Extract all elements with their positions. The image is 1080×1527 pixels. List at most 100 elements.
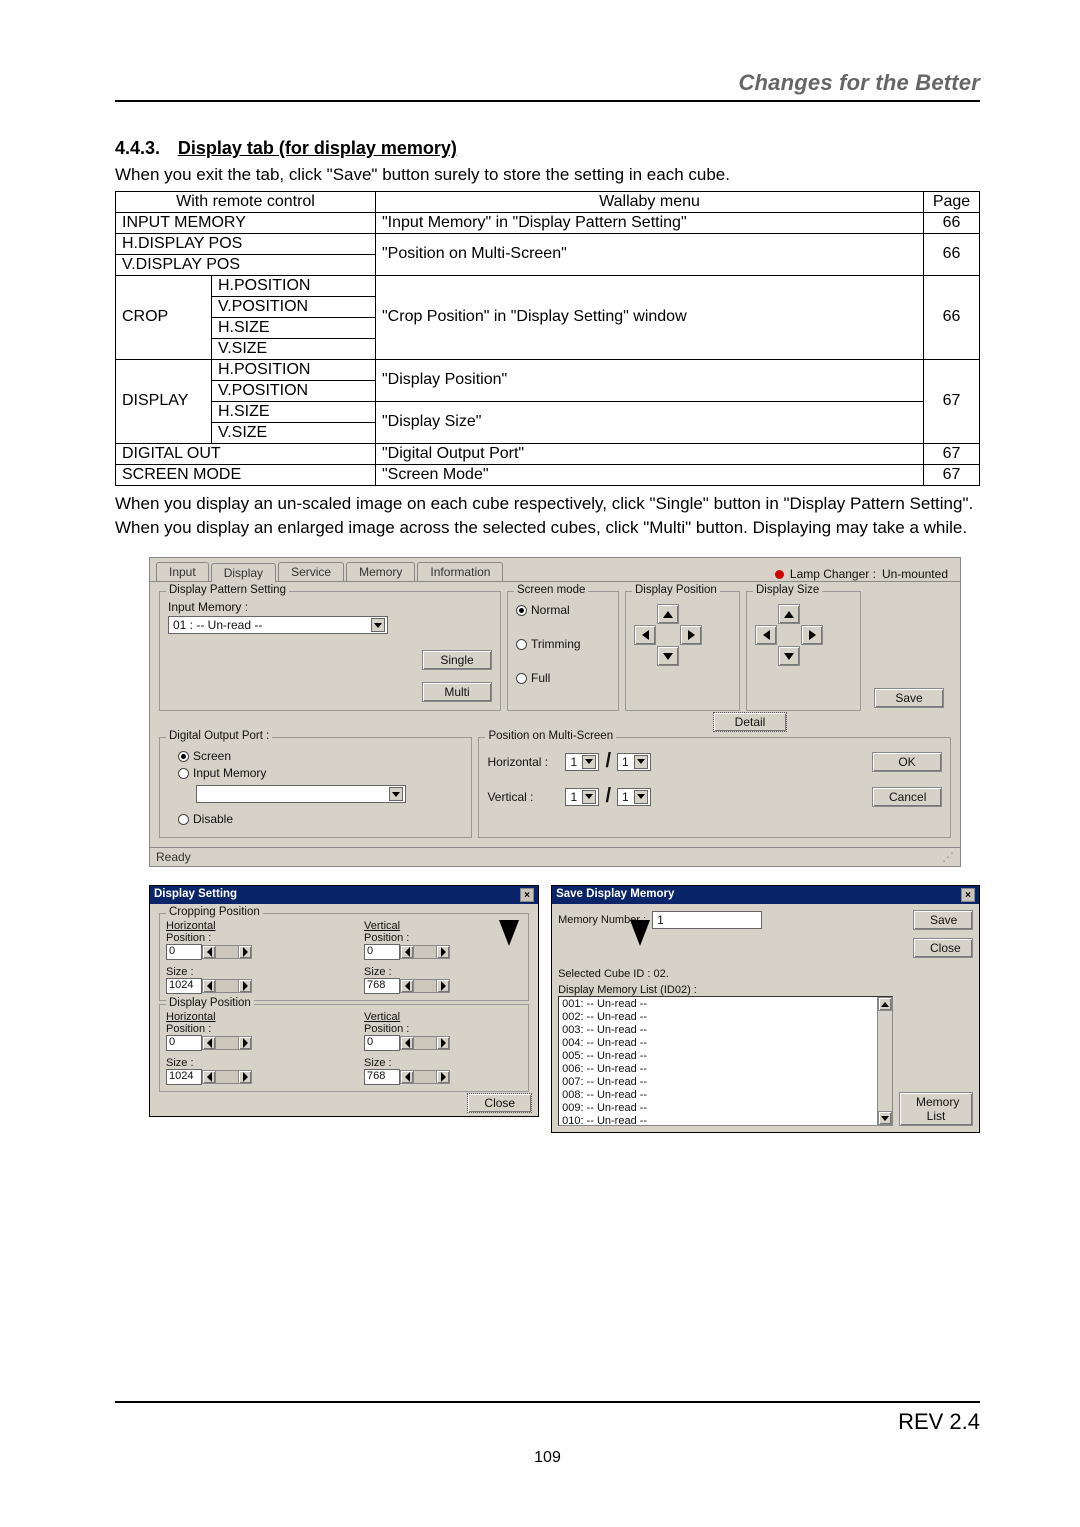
poms-h2-select[interactable]: 1 [617, 753, 651, 771]
dm-listbox[interactable]: 001: -- Un-read --002: -- Un-read --003:… [558, 996, 893, 1126]
cell: "Digital Output Port" [376, 443, 924, 464]
cell: 67 [924, 464, 980, 485]
list-item[interactable]: 002: -- Un-read -- [562, 1011, 874, 1024]
dps-legend: Display Pattern Setting [166, 584, 289, 596]
cropping-horiz-label: Horizontal [166, 920, 324, 932]
dsize-up-button[interactable] [778, 604, 800, 624]
inc-icon[interactable] [436, 1036, 450, 1050]
chevron-down-icon [582, 790, 596, 804]
dsize-left-button[interactable] [755, 625, 777, 645]
dsize-right-button[interactable] [801, 625, 823, 645]
row-screen-mode: SCREEN MODE [116, 464, 376, 485]
memory-number-input[interactable]: 1 [652, 911, 762, 929]
dpos-left-button[interactable] [634, 625, 656, 645]
poms-h1-select[interactable]: 1 [565, 753, 599, 771]
pos-label: Position : [364, 1023, 522, 1035]
crop-h-pos-stepper[interactable]: 0 [166, 944, 324, 960]
scroll-down-icon[interactable] [878, 1111, 892, 1125]
dm-list-heading: Display Memory List (ID02) : [558, 984, 973, 996]
radio-disable[interactable]: Disable [178, 812, 463, 826]
display-setting-dialog: Display Setting × Cropping Position Hori… [149, 885, 539, 1117]
poms-ok-button[interactable]: OK [872, 752, 942, 772]
dec-icon[interactable] [202, 1036, 216, 1050]
close-icon[interactable]: × [520, 888, 534, 902]
tab-information[interactable]: Information [417, 562, 503, 581]
save-dm-close-button[interactable]: Close [913, 938, 973, 958]
inc-icon[interactable] [436, 979, 450, 993]
inc-icon[interactable] [238, 945, 252, 959]
radio-trimming[interactable]: Trimming [516, 637, 610, 651]
cell: V.POSITION [212, 296, 376, 317]
selected-cube-text: Selected Cube ID : 02. [558, 968, 973, 980]
inc-icon[interactable] [238, 1070, 252, 1084]
callout-arrow-icon [630, 920, 650, 946]
dec-icon[interactable] [202, 979, 216, 993]
list-item[interactable]: 003: -- Un-read -- [562, 1024, 874, 1037]
list-item[interactable]: 009: -- Un-read -- [562, 1102, 874, 1115]
dop-dropdown[interactable] [196, 785, 406, 803]
disp-v-size-stepper[interactable]: 768 [364, 1069, 522, 1085]
cell: H.SIZE [212, 401, 376, 422]
poms-v1-select[interactable]: 1 [565, 788, 599, 806]
list-item[interactable]: 006: -- Un-read -- [562, 1063, 874, 1076]
dec-icon[interactable] [400, 1036, 414, 1050]
multi-button[interactable]: Multi [422, 682, 492, 702]
detail-button[interactable]: Detail [713, 712, 787, 732]
tab-service[interactable]: Service [278, 562, 344, 581]
single-button[interactable]: Single [422, 650, 492, 670]
section-title: Display tab (for display memory) [178, 138, 457, 158]
row-crop: CROP [116, 275, 212, 359]
poms-v2-select[interactable]: 1 [617, 788, 651, 806]
inc-icon[interactable] [238, 979, 252, 993]
input-memory-label: Input Memory : [168, 600, 492, 614]
list-item[interactable]: 001: -- Un-read -- [562, 998, 874, 1011]
dpos-right-button[interactable] [680, 625, 702, 645]
crop-h-size-stepper[interactable]: 1024 [166, 978, 324, 994]
dsize-legend: Display Size [753, 584, 822, 596]
dec-icon[interactable] [202, 1070, 216, 1084]
scrollbar[interactable] [877, 997, 892, 1125]
crop-v-size-stepper[interactable]: 768 [364, 978, 522, 994]
list-item[interactable]: 005: -- Un-read -- [562, 1050, 874, 1063]
poms-legend: Position on Multi-Screen [485, 730, 616, 742]
tab-display[interactable]: Display [211, 563, 276, 582]
list-item[interactable]: 010: -- Un-read -- [562, 1115, 874, 1126]
save-button[interactable]: Save [874, 688, 944, 708]
inc-icon[interactable] [436, 1070, 450, 1084]
cell: 66 [924, 233, 980, 275]
input-memory-dropdown[interactable]: 01 : -- Un-read -- [168, 616, 388, 634]
disp-v-pos-stepper[interactable]: 0 [364, 1035, 522, 1051]
size-label: Size : [166, 1057, 324, 1069]
tab-memory[interactable]: Memory [346, 562, 415, 581]
scroll-up-icon[interactable] [878, 997, 892, 1011]
disp-h-size-stepper[interactable]: 1024 [166, 1069, 324, 1085]
page-number: 109 [115, 1449, 980, 1467]
radio-screen[interactable]: Screen [178, 749, 463, 763]
disp-h-pos-stepper[interactable]: 0 [166, 1035, 324, 1051]
crop-v-pos-stepper[interactable]: 0 [364, 944, 522, 960]
dsize-down-button[interactable] [778, 646, 800, 666]
dec-icon[interactable] [202, 945, 216, 959]
dpos-down-button[interactable] [657, 646, 679, 666]
list-item[interactable]: 008: -- Un-read -- [562, 1089, 874, 1102]
poms-cancel-button[interactable]: Cancel [872, 787, 942, 807]
list-item[interactable]: 004: -- Un-read -- [562, 1037, 874, 1050]
dec-icon[interactable] [400, 945, 414, 959]
dec-icon[interactable] [400, 979, 414, 993]
list-item[interactable]: 007: -- Un-read -- [562, 1076, 874, 1089]
poms-v-label: Vertical : [487, 790, 559, 804]
dec-icon[interactable] [400, 1070, 414, 1084]
tab-input[interactable]: Input [156, 562, 209, 581]
close-icon[interactable]: × [961, 888, 975, 902]
dpos-up-button[interactable] [657, 604, 679, 624]
save-dm-save-button[interactable]: Save [913, 910, 973, 930]
memory-list-button[interactable]: Memory List [899, 1092, 973, 1126]
radio-full[interactable]: Full [516, 671, 610, 685]
radio-inputmem[interactable]: Input Memory [178, 766, 463, 780]
pos-label: Position : [166, 1023, 324, 1035]
display-setting-close-button[interactable]: Close [467, 1093, 532, 1113]
inc-icon[interactable] [238, 1036, 252, 1050]
inc-icon[interactable] [436, 945, 450, 959]
cell: "Crop Position" in "Display Setting" win… [376, 275, 924, 359]
radio-normal[interactable]: Normal [516, 603, 610, 617]
